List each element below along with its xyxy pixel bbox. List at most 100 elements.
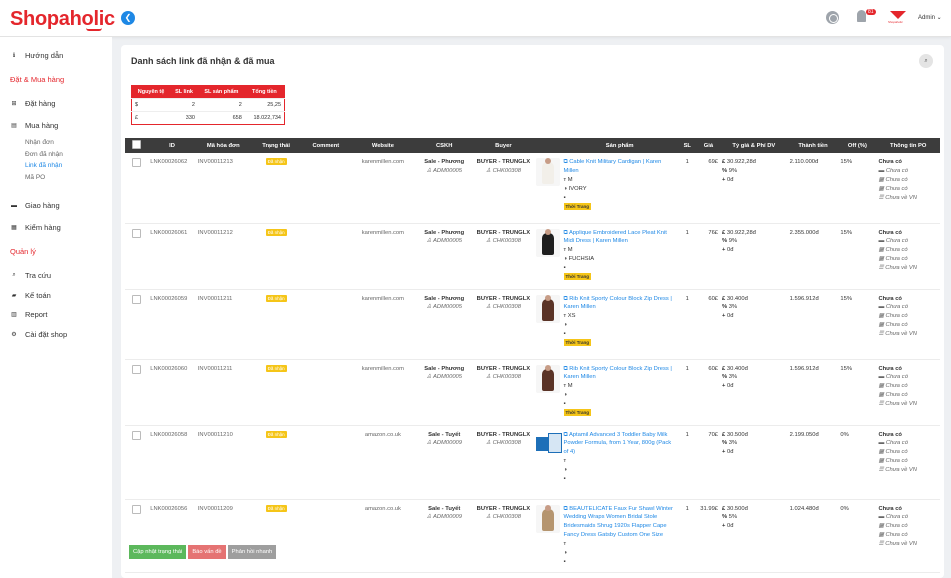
product-name: Aptamil Advanced 3 Toddler Baby Milk Pow… xyxy=(563,431,672,456)
category-tag: Thời Trang xyxy=(563,202,591,210)
po-line-text: Chưa có xyxy=(885,392,908,399)
sidebar: ℹ Hướng dẫn Đặt & Mua hàng ⊞ Đặt hàng ▤ Mua hà… xyxy=(0,37,112,578)
price: 31.99£ xyxy=(696,499,721,574)
product-image[interactable] xyxy=(536,364,561,393)
invoice-id[interactable]: INV00011211 xyxy=(195,359,251,426)
product-cell: ⧉ Applique Embroidered Lace Pleat Knit M… xyxy=(561,223,678,290)
sidebar-subitem[interactable]: Mã PO xyxy=(15,174,45,181)
invoice-id[interactable]: INV00011211 xyxy=(195,289,251,360)
invoice-id[interactable]: INV00011212 xyxy=(195,223,251,290)
table-row[interactable]: LNK00026059 INV00011211 Đã nhận karenmillen… xyxy=(125,289,940,360)
table-row[interactable]: LNK00026061 INV00011212 Đã nhận karenmillen… xyxy=(125,223,940,290)
row-checkbox[interactable] xyxy=(132,158,142,167)
comment-cell[interactable] xyxy=(301,499,351,574)
service-fee: % 9% xyxy=(722,167,786,176)
row-checkbox[interactable] xyxy=(132,364,142,374)
rate-text: 30.400đ xyxy=(726,365,748,372)
sidebar-subitem[interactable]: Nhận đơn xyxy=(15,139,54,146)
percent-icon: % xyxy=(722,514,729,521)
status-badge: Đã nhận xyxy=(265,504,287,512)
comment-cell[interactable] xyxy=(301,359,351,426)
table-row[interactable]: LNK00026062 INV00011213 Đã nhận karenmillen… xyxy=(125,153,940,224)
thumb-cell xyxy=(534,425,563,500)
product-note: ▪ xyxy=(564,400,676,409)
sidebar-item-hướng-dẫn[interactable]: ℹ Hướng dẫn xyxy=(11,51,63,60)
product-image[interactable] xyxy=(536,228,561,257)
invoice-id[interactable]: INV00011210 xyxy=(195,425,251,500)
user-icon: ♙ xyxy=(485,238,493,245)
sidebar-item-đặt-hàng[interactable]: ⊞ Đặt hàng xyxy=(11,99,55,108)
product-size: ᴛ xyxy=(564,457,676,466)
row-checkbox[interactable] xyxy=(132,430,142,440)
comment-cell[interactable] xyxy=(301,425,351,500)
po-line-text: Chưa có xyxy=(885,247,908,254)
product-image[interactable] xyxy=(536,158,561,186)
sidebar-item-cài-đặt-shop[interactable]: ⚙ Cài đặt shop xyxy=(11,330,67,339)
product-link[interactable]: ⧉ Cable Knit Military Cardigan | Karen M… xyxy=(564,158,676,176)
table-row[interactable]: LNK00026058 INV00011210 Đã nhận amazon.co.u… xyxy=(125,425,940,500)
product-image[interactable] xyxy=(536,294,561,323)
select-all-checkbox[interactable] xyxy=(132,140,142,149)
summary-cell: 25,25 xyxy=(244,98,285,112)
sidebar-subitem[interactable]: Link đã nhận xyxy=(15,162,62,169)
sidebar-item-mua-hàng[interactable]: ▤ Mua hàng xyxy=(11,121,58,130)
product-link[interactable]: ⧉ Rib Knit Sporty Colour Block Zip Dress… xyxy=(564,295,676,313)
car-icon: ▬ xyxy=(878,514,886,521)
sidebar-item-tra-cứu[interactable]: ⌕ Tra cứu xyxy=(11,271,51,280)
comment-cell[interactable] xyxy=(301,153,351,224)
avatar[interactable]: Shopaholic xyxy=(888,11,908,25)
fee-text: 5% xyxy=(728,514,738,521)
quick-reply-button[interactable]: Phản hồi nhanh xyxy=(227,545,277,559)
table-row[interactable]: LNK00026056 INV00011209 Đã nhận amazon.co.u… xyxy=(125,499,940,574)
comment-cell[interactable] xyxy=(301,223,351,290)
sidebar-item-giao-hàng[interactable]: ▬ Giao hàng xyxy=(11,201,60,210)
select-all-checkbox-cell[interactable] xyxy=(125,138,149,153)
product-link[interactable]: ⧉ Aptamil Advanced 3 Toddler Baby Milk P… xyxy=(564,431,676,458)
cskh-cell: Sale - Phương ♙ ADM00005 xyxy=(415,153,473,224)
sidebar-item-report[interactable]: ▥ Report xyxy=(11,310,47,319)
invoice-id[interactable]: INV00011209 xyxy=(195,499,251,574)
user-icon: ♙ xyxy=(485,514,493,521)
link-id[interactable]: LNK00026056 xyxy=(148,499,196,574)
collapse-sidebar-button[interactable]: ❮ xyxy=(121,11,135,25)
notification-bell-icon[interactable] xyxy=(857,10,866,22)
language-globe-icon[interactable] xyxy=(826,11,839,24)
po-line-text: Chưa có xyxy=(885,185,908,192)
car-icon: ▬ xyxy=(878,304,886,311)
table-row[interactable]: LNK00026060 INV00011211 Đã nhận karenmillen… xyxy=(125,359,940,426)
update-status-button[interactable]: Cập nhật trạng thái xyxy=(129,545,187,559)
row-checkbox[interactable] xyxy=(132,294,142,304)
product-link[interactable]: ⧉ BEAUTELICATE Faux Fur Shawl Winter Wed… xyxy=(564,505,676,541)
po-line-text: Chưa về VN xyxy=(885,194,917,201)
row-select-cell xyxy=(125,223,149,290)
sidebar-item-kiểm-hàng[interactable]: ▦ Kiểm hàng xyxy=(11,223,61,232)
sidebar-item-kế-toán[interactable]: ▰ Kế toán xyxy=(11,291,51,300)
note-icon: ▪ xyxy=(563,194,566,201)
link-id[interactable]: LNK00026060 xyxy=(148,359,196,426)
sidebar-subitem[interactable]: Đơn đã nhận xyxy=(15,151,63,158)
quantity: 1 xyxy=(677,223,697,290)
bulk-actions: Cập nhật trạng thái Báo vấn đề Phản hồi nh… xyxy=(129,545,277,559)
buyer-cell: BUYER - TRUNGLX ♙ CHK00308 xyxy=(472,153,535,224)
product-cell: ⧉ Cable Knit Military Cardigan | Karen M… xyxy=(561,153,678,224)
product-image[interactable] xyxy=(536,431,563,455)
link-id[interactable]: LNK00026062 xyxy=(148,153,196,224)
invoice-id[interactable]: INV00011213 xyxy=(195,153,251,224)
comment-cell[interactable] xyxy=(301,289,351,360)
link-id[interactable]: LNK00026061 xyxy=(148,223,196,290)
product-image[interactable] xyxy=(536,504,561,533)
product-link[interactable]: ⧉ Applique Embroidered Lace Pleat Knit M… xyxy=(564,229,676,247)
user-menu[interactable]: Admin ⌄ xyxy=(918,14,942,21)
po-line: ▦ Chưa có xyxy=(878,391,938,400)
product-link[interactable]: ⧉ Rib Knit Sporty Colour Block Zip Dress… xyxy=(564,365,676,383)
link-id[interactable]: LNK00026058 xyxy=(148,425,196,500)
extra-fee: + 0đ xyxy=(722,522,786,531)
summary-cell: £ xyxy=(131,111,171,125)
row-checkbox[interactable] xyxy=(132,504,142,514)
category-row: Thời Trang xyxy=(563,202,676,212)
link-id[interactable]: LNK00026059 xyxy=(148,289,196,360)
service-fee: % 3% xyxy=(722,373,786,382)
report-issue-button[interactable]: Báo vấn đề xyxy=(188,545,226,559)
search-icon[interactable]: ⌕ xyxy=(919,54,933,68)
row-checkbox[interactable] xyxy=(132,228,142,238)
